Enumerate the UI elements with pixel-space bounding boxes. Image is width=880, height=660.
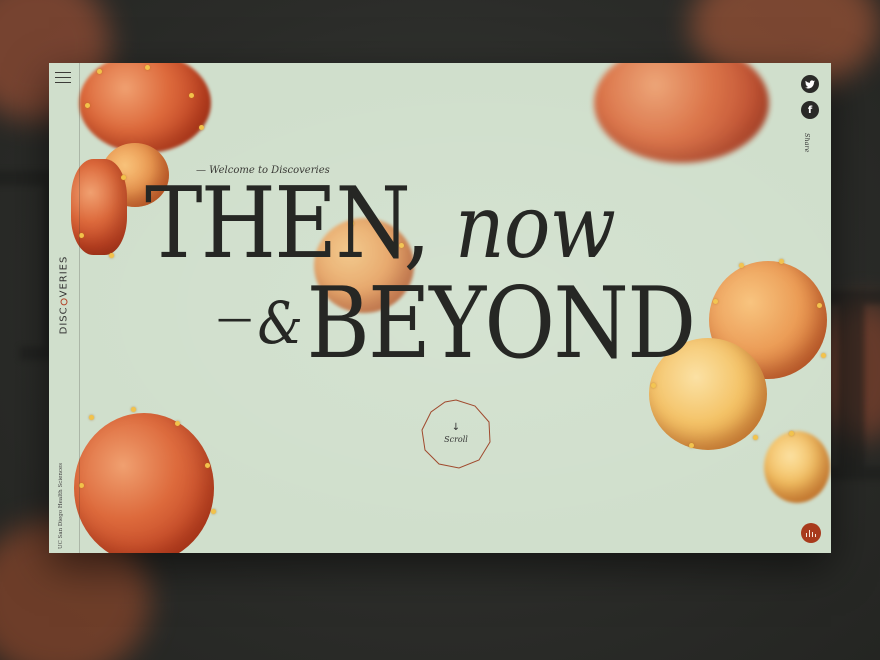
- left-rail: DISC VERIES UC San Diego Health Sciences: [49, 63, 80, 553]
- virus-spike: [175, 421, 180, 426]
- virus-spike: [131, 407, 136, 412]
- virus-particle: [79, 63, 211, 153]
- headline-dash: —: [217, 295, 253, 341]
- twitter-bird-glyph: [805, 79, 815, 88]
- headline-line-1: THEN, now: [145, 175, 616, 273]
- audio-bar: [814, 534, 817, 537]
- audio-bars-icon[interactable]: [801, 523, 821, 543]
- headline-now: now: [454, 175, 616, 278]
- virus-spike: [211, 509, 216, 514]
- brand-logo-o-mark: [60, 298, 68, 306]
- virus-spike: [779, 259, 784, 264]
- share-label: Share: [803, 133, 811, 153]
- headline-then: THEN,: [145, 167, 431, 281]
- headline-line-2: —&BEYOND: [217, 275, 696, 373]
- virus-spike: [739, 263, 744, 268]
- virus-spike: [199, 125, 204, 130]
- virus-particle: [74, 413, 214, 553]
- scroll-button-ring: [421, 399, 491, 469]
- virus-spike: [205, 463, 210, 468]
- virus-spike: [109, 253, 114, 258]
- virus-particle: [764, 431, 830, 503]
- audio-bar: [811, 532, 814, 537]
- headline-ampersand: &: [257, 289, 303, 357]
- scroll-button[interactable]: ↓ Scroll: [419, 398, 493, 470]
- hamburger-line: [55, 77, 71, 79]
- facebook-icon[interactable]: f: [801, 101, 819, 119]
- brand-logo-text-end: VERIES: [58, 255, 70, 298]
- virus-spike: [189, 93, 194, 98]
- headline-beyond: BEYOND: [306, 267, 696, 381]
- virus-spike: [121, 175, 126, 180]
- scroll-label: Scroll: [444, 435, 468, 444]
- hamburger-line: [55, 72, 71, 74]
- brand-logo[interactable]: DISC VERIES: [59, 256, 70, 335]
- virus-spike: [689, 443, 694, 448]
- audio-bar: [805, 533, 808, 537]
- audio-bar: [808, 530, 811, 537]
- virus-spike: [821, 353, 826, 358]
- twitter-icon[interactable]: [801, 75, 819, 93]
- virus-spike: [85, 103, 90, 108]
- virus-spike: [97, 69, 102, 74]
- hamburger-line: [55, 82, 71, 84]
- arrow-down-icon: ↓: [451, 422, 461, 433]
- organization-name: UC San Diego Health Sciences: [58, 462, 64, 550]
- hamburger-menu-icon[interactable]: [55, 71, 71, 84]
- virus-spike: [89, 415, 94, 420]
- brand-logo-text-start: DISC: [58, 306, 70, 335]
- virus-spike: [817, 303, 822, 308]
- virus-spike: [651, 383, 656, 388]
- virus-spike: [789, 431, 794, 436]
- virus-particle: [594, 63, 769, 163]
- virus-spike: [145, 65, 150, 70]
- virus-spike: [753, 435, 758, 440]
- virus-spike: [713, 299, 718, 304]
- hero-card: DISCVERIES UC San Diego Health Sciences …: [49, 63, 831, 553]
